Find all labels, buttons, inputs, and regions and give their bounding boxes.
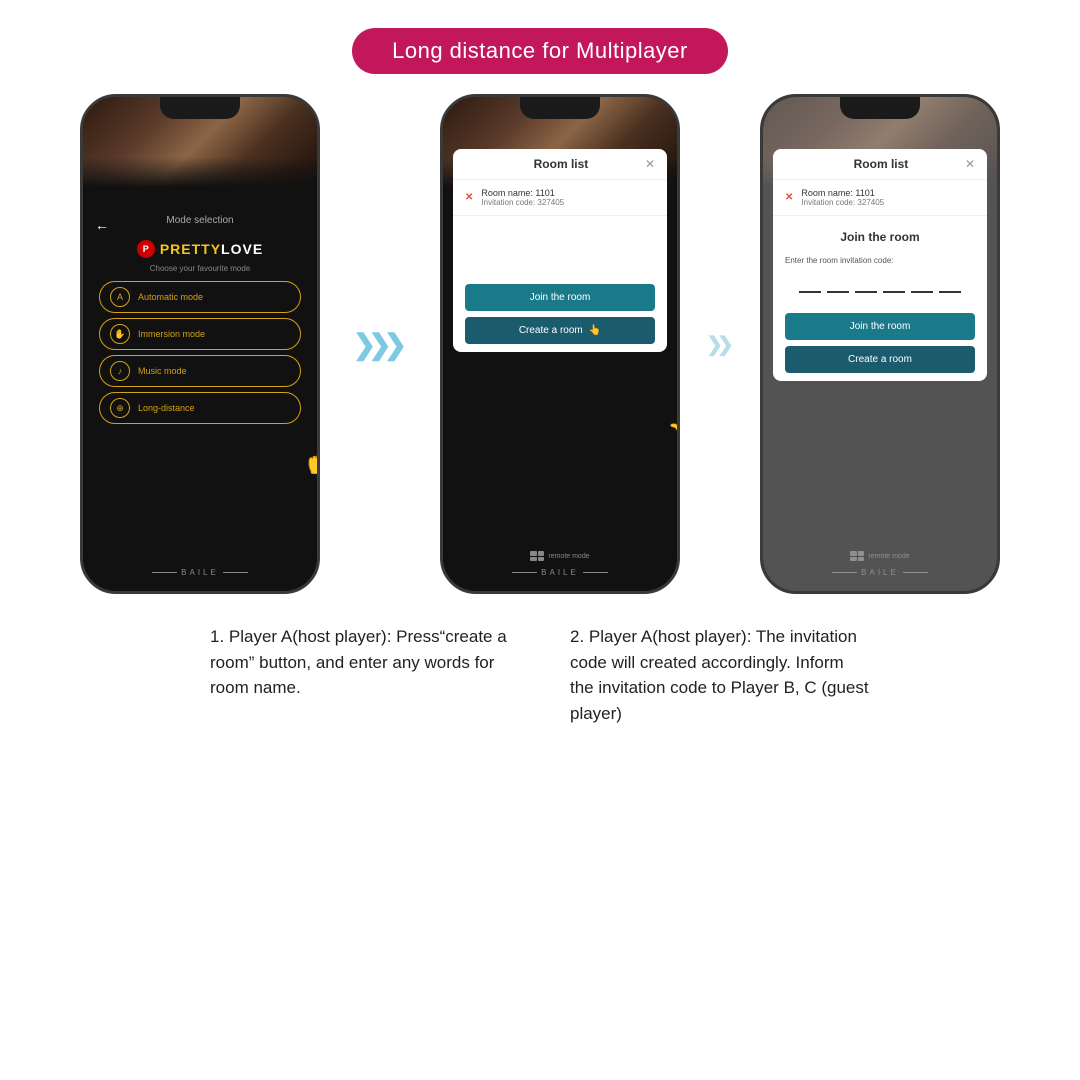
chevron-arrows-sm: ❯ ❯	[709, 335, 731, 354]
phone2-remote-bar: remote mode	[443, 551, 677, 561]
join-room-btn[interactable]: Join the room	[465, 284, 655, 311]
dialog-actions: Join the room Create a room 👆	[453, 276, 667, 352]
dialog-header: Room list ✕	[453, 149, 667, 180]
room-list-dialog: Room list ✕ ✕ Room name: 1101 Invitation…	[453, 149, 667, 352]
choose-text: Choose your favourite mode	[83, 264, 317, 273]
join-room-title: Join the room	[773, 216, 987, 250]
immersion-icon: ✋	[110, 324, 130, 344]
phone1-logo-area: P PRETTYLOVE	[83, 232, 317, 260]
hand-icon-btn: 👆	[589, 325, 601, 336]
code-input-area[interactable]	[773, 269, 987, 305]
phone1-baile: BAILE	[83, 568, 317, 577]
immersion-mode-btn[interactable]: ✋ Immersion mode	[99, 318, 301, 350]
invitation-code-text-3: Invitation code: 327405	[801, 198, 884, 207]
room-name-text-3: Room name: 1101	[801, 188, 884, 198]
desc-block-1: 1. Player A(host player): Press“create a…	[210, 624, 510, 726]
arrows-2-3: ❯ ❯	[680, 335, 760, 354]
code-dash-1	[799, 277, 821, 293]
join-room-btn-3[interactable]: Join the room	[785, 313, 975, 340]
music-label: Music mode	[138, 366, 187, 376]
room-x-icon-3: ✕	[785, 192, 793, 203]
phone1-header-title: Mode selection	[166, 215, 233, 226]
join-dialog: Room list ✕ ✕ Room name: 1101 Invitation…	[773, 149, 987, 381]
phones-row: ← Mode selection P PRETTYLOVE Choose you…	[0, 94, 1080, 594]
chevron-3: ❯	[384, 328, 407, 361]
dialog-close-btn[interactable]: ✕	[645, 157, 655, 171]
create-room-btn[interactable]: Create a room 👆	[465, 317, 655, 344]
room-item: ✕ Room name: 1101 Invitation code: 32740…	[453, 180, 667, 216]
music-mode-btn[interactable]: ♪ Music mode	[99, 355, 301, 387]
desc-text-1: 1. Player A(host player): Press“create a…	[210, 624, 510, 701]
phone2-shell: ← Mode selection Room list ✕ ✕ Room name…	[440, 94, 680, 594]
create-room-label: Create a room	[519, 325, 583, 336]
phone1-back-arrow: ←	[95, 217, 109, 233]
create-room-btn-3[interactable]: Create a room	[785, 346, 975, 373]
desc-text-2: 2. Player A(host player): The invitation…	[570, 624, 870, 726]
phone1-hero	[83, 97, 317, 187]
code-dash-4	[883, 277, 905, 293]
logo-badge: P	[137, 240, 155, 258]
join-instruction: Enter the room invitation code:	[773, 250, 987, 269]
room-name-text: Room name: 1101	[481, 188, 564, 198]
code-dash-6	[939, 277, 961, 293]
code-dash-5	[911, 277, 933, 293]
desc-section: 1. Player A(host player): Press“create a…	[0, 594, 1080, 726]
phone1-screen: ← Mode selection P PRETTYLOVE Choose you…	[83, 97, 317, 591]
automatic-label: Automatic mode	[138, 292, 203, 302]
join-dialog-header: Room list ✕	[773, 149, 987, 180]
dialog-title: Room list	[477, 157, 645, 171]
code-dash-2	[827, 277, 849, 293]
banner-pill: Long distance for Multiplayer	[352, 28, 728, 74]
automatic-mode-btn[interactable]: A Automatic mode	[99, 281, 301, 313]
phone1-shell: ← Mode selection P PRETTYLOVE Choose you…	[80, 94, 320, 594]
hand-cursor-1: 👆	[303, 445, 317, 476]
immersion-label: Immersion mode	[138, 329, 205, 339]
phone3-screen: ← Mode selection Room list ✕ ✕ Room name…	[763, 97, 997, 591]
join-dialog-close[interactable]: ✕	[965, 157, 975, 171]
invitation-code-text: Invitation code: 327405	[481, 198, 564, 207]
remote-icon	[530, 551, 544, 561]
phone3-shell: ← Mode selection Room list ✕ ✕ Room name…	[760, 94, 1000, 594]
desc-block-2: 2. Player A(host player): The invitation…	[570, 624, 870, 726]
join-dialog-actions: Join the room Create a room	[773, 305, 987, 381]
phone2-screen: ← Mode selection Room list ✕ ✕ Room name…	[443, 97, 677, 591]
logo-text: PRETTYLOVE	[160, 241, 263, 257]
room-item-3: ✕ Room name: 1101 Invitation code: 32740…	[773, 180, 987, 216]
longdistance-mode-btn[interactable]: ⊕ Long-distance	[99, 392, 301, 424]
remote-text-2: remote mode	[548, 553, 589, 560]
globe-icon: ⊕	[110, 398, 130, 418]
longdistance-label: Long-distance	[138, 403, 195, 413]
arrows-1-2: ❯ ❯ ❯	[320, 332, 440, 357]
phone2-baile: BAILE	[443, 568, 677, 577]
phone1-header: ← Mode selection	[83, 187, 317, 232]
chevron-arrows-big: ❯ ❯ ❯	[357, 332, 403, 357]
code-dash-3	[855, 277, 877, 293]
hand-cursor-2: 👆	[667, 408, 677, 439]
join-dialog-title: Room list	[797, 157, 965, 171]
dialog-space	[453, 216, 667, 276]
room-x-icon: ✕	[465, 192, 473, 203]
top-banner-section: Long distance for Multiplayer	[0, 0, 1080, 74]
chevron-sm-2: ❯	[717, 332, 734, 357]
music-icon: ♪	[110, 361, 130, 381]
automatic-icon: A	[110, 287, 130, 307]
